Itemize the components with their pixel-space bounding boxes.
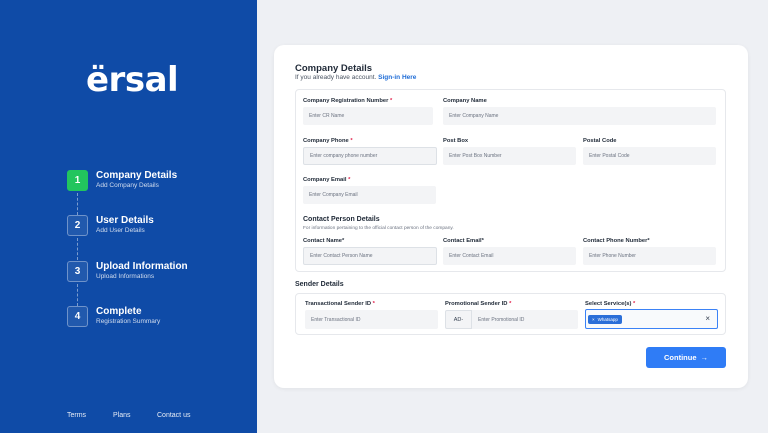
step-complete[interactable]: 4 Complete Registration Summary <box>67 306 257 330</box>
step-user-details[interactable]: 2 User Details Add User Details <box>67 215 257 239</box>
contact-email-label: Contact Email* <box>443 238 484 244</box>
arrow-right-icon: → <box>700 353 709 362</box>
promotional-prefix: AD- <box>445 310 472 329</box>
service-chip: × Whatsapp <box>588 315 622 324</box>
services-label: Select Service(s) * <box>585 301 636 307</box>
brand-logo: ërsal <box>86 60 179 100</box>
company-email-input[interactable] <box>303 186 436 204</box>
step-number: 3 <box>67 261 88 282</box>
contact-phone-input[interactable] <box>583 247 716 265</box>
company-reg-input[interactable] <box>303 107 433 125</box>
transactional-label: Transactional Sender ID * <box>305 301 375 307</box>
step-subtitle: Registration Summary <box>96 318 161 325</box>
step-title: User Details <box>96 215 154 226</box>
services-select[interactable]: × Whatsapp × <box>585 309 718 329</box>
step-title: Company Details <box>96 170 178 181</box>
form-subtitle: If you already have account. Sign-in Her… <box>295 74 416 81</box>
postal-code-input[interactable] <box>583 147 716 165</box>
plans-link[interactable]: Plans <box>113 412 131 419</box>
company-phone-label: Company Phone * <box>303 138 353 144</box>
contact-person-heading: Contact Person Details <box>303 216 380 223</box>
step-subtitle: Add Company Details <box>96 182 159 189</box>
signin-prompt: If you already have account. <box>295 74 377 81</box>
company-name-label: Company Name <box>443 98 487 104</box>
promotional-input[interactable] <box>472 310 578 329</box>
post-box-label: Post Box <box>443 138 469 144</box>
step-number: 4 <box>67 306 88 327</box>
sidebar: ërsal 1 Company Details Add Company Deta… <box>0 0 257 433</box>
step-title: Upload Information <box>96 261 188 272</box>
company-name-input[interactable] <box>443 107 716 125</box>
step-subtitle: Upload Informations <box>96 273 155 280</box>
continue-label: Continue <box>664 353 697 362</box>
step-title: Complete <box>96 306 142 317</box>
company-email-label: Company Email * <box>303 177 351 183</box>
step-connector <box>77 193 78 215</box>
step-subtitle: Add User Details <box>96 227 145 234</box>
form-title: Company Details <box>295 63 373 74</box>
step-number: 1 <box>67 170 88 191</box>
clear-icon[interactable]: × <box>705 314 710 323</box>
step-number: 2 <box>67 215 88 236</box>
contact-us-link[interactable]: Contact us <box>157 412 190 419</box>
promotional-label: Promotional Sender ID * <box>445 301 512 307</box>
step-upload-information[interactable]: 3 Upload Information Upload Informations <box>67 261 257 285</box>
chip-label: Whatsapp <box>597 317 618 322</box>
step-company-details[interactable]: 1 Company Details Add Company Details <box>67 170 257 194</box>
contact-person-note: For information pertaining to the offici… <box>303 226 454 231</box>
step-connector <box>77 238 78 260</box>
continue-button[interactable]: Continue → <box>646 347 726 368</box>
signin-link[interactable]: Sign-in Here <box>378 74 416 81</box>
post-box-input[interactable] <box>443 147 576 165</box>
company-phone-input[interactable] <box>303 147 437 165</box>
contact-phone-label: Contact Phone Number* <box>583 238 650 244</box>
chip-remove-icon[interactable]: × <box>592 317 595 322</box>
contact-name-label: Contact Name* <box>303 238 345 244</box>
postal-code-label: Postal Code <box>583 138 617 144</box>
terms-link[interactable]: Terms <box>67 412 86 419</box>
sender-details-section: Transactional Sender ID * Promotional Se… <box>295 293 726 335</box>
contact-email-input[interactable] <box>443 247 576 265</box>
company-details-section: Company Registration Number * Company Na… <box>295 89 726 272</box>
step-connector <box>77 284 78 306</box>
contact-name-input[interactable] <box>303 247 437 265</box>
registration-card: Company Details If you already have acco… <box>274 45 748 388</box>
sender-details-heading: Sender Details <box>295 281 344 288</box>
transactional-input[interactable] <box>305 310 438 329</box>
company-reg-label: Company Registration Number * <box>303 98 393 104</box>
